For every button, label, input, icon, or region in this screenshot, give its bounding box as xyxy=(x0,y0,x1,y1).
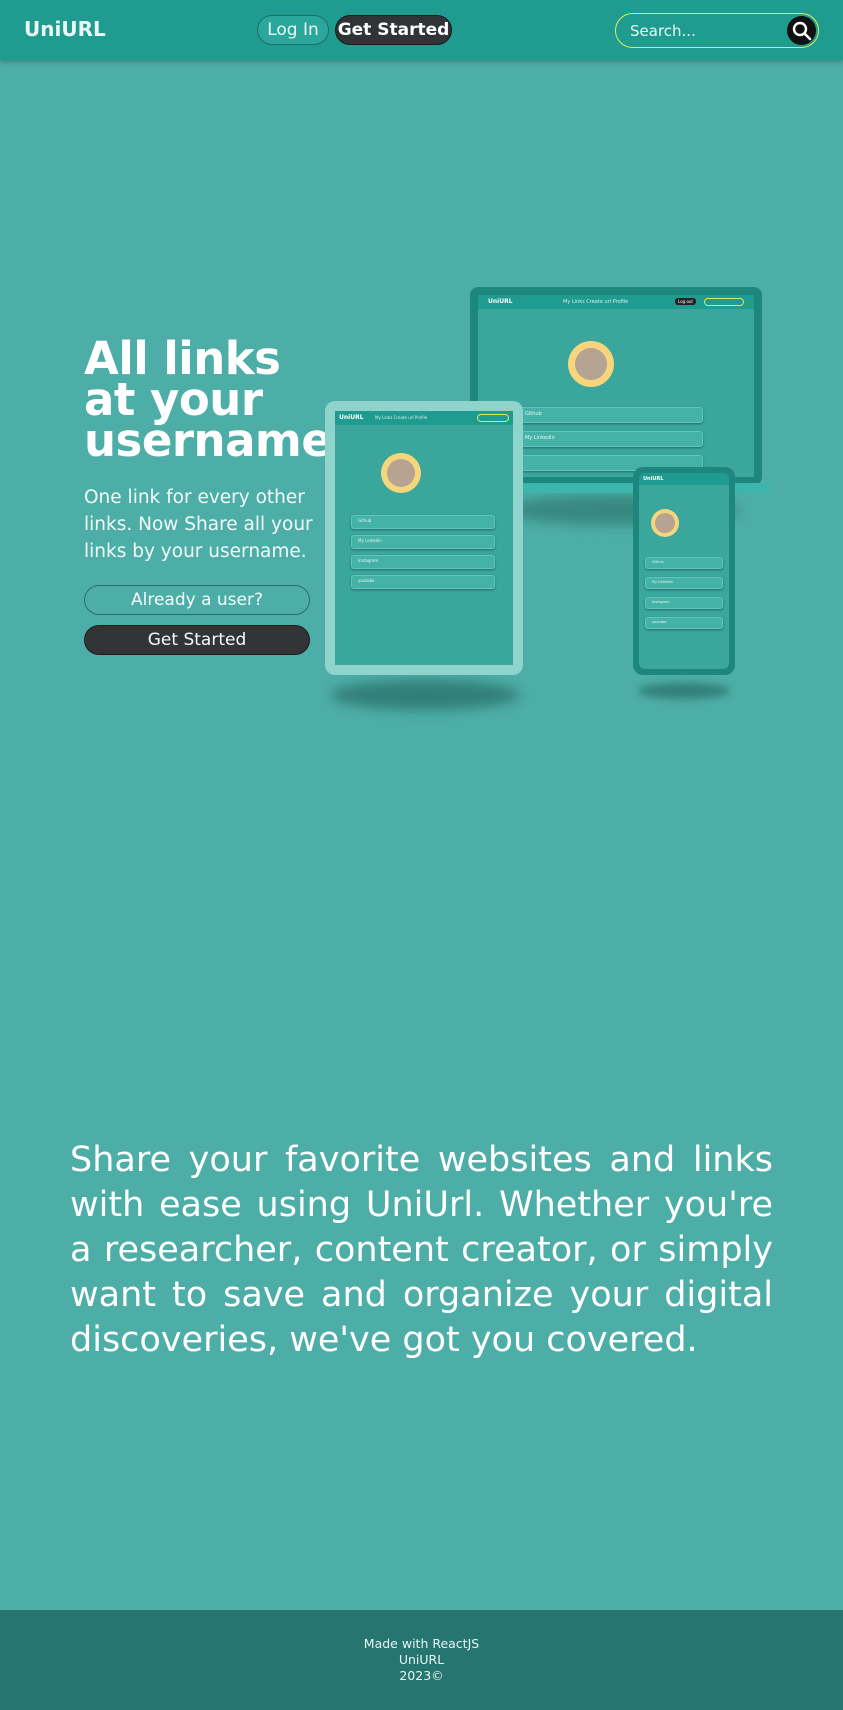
avatar-photo xyxy=(575,348,607,380)
mockup-link-text: Github xyxy=(525,411,542,417)
navbar: UniURL Log In Get Started xyxy=(0,0,843,60)
mockup-link-bar: Github xyxy=(351,515,495,529)
hero-subtitle: One link for every other links. Now Shar… xyxy=(84,487,313,562)
description-text: Share your favorite websites and links w… xyxy=(70,1140,773,1360)
devices-illustration: UniURL My Links Create url Profile Log o… xyxy=(320,285,775,725)
mockup-link-text: Github xyxy=(358,518,372,523)
search-button[interactable] xyxy=(787,16,816,45)
mockup-nav-links: My Links Create url Profile xyxy=(563,299,629,305)
mockup-link-text: My Linkedin xyxy=(358,538,382,543)
mockup-link-text: Instagram xyxy=(652,600,670,604)
hero-title: All links at your username. xyxy=(84,336,348,467)
search-icon xyxy=(792,21,811,40)
avatar xyxy=(651,509,679,537)
mockup-brand: UniURL xyxy=(339,414,364,421)
tablet-mockup: UniURL My Links Create url Profile Githu… xyxy=(325,401,523,675)
hero-get-started-button[interactable]: Get Started xyxy=(84,625,310,655)
mockup-link-text: My Linkedin xyxy=(525,435,555,441)
mockup-link-bar: My Linkedin xyxy=(351,535,495,549)
mockup-search xyxy=(704,298,744,306)
mockup-link-text: youtube xyxy=(358,578,375,583)
mockup-link-text: My Linkedin xyxy=(652,580,673,584)
mockup-link-bar: youtube xyxy=(645,617,723,629)
search-input[interactable] xyxy=(630,20,780,42)
mockup-link-bar: Github xyxy=(518,407,703,423)
mockup-link-bar: youtube xyxy=(351,575,495,589)
search-box xyxy=(615,13,819,48)
footer: Made with ReactJS UniURL 2023© xyxy=(0,1610,843,1710)
mockup-logout: Log out xyxy=(675,298,696,305)
footer-year: 2023© xyxy=(399,1668,444,1683)
tablet-shadow xyxy=(330,680,520,710)
mockup-navbar: UniURL xyxy=(639,473,729,485)
mockup-link-text: Github xyxy=(652,560,664,564)
footer-brand: UniURL xyxy=(398,1652,445,1667)
mockup-nav-links: My Links Create url Profile xyxy=(375,415,428,420)
avatar xyxy=(381,453,421,493)
hero-title-line: username. xyxy=(84,414,348,467)
phone-shadow xyxy=(638,683,730,699)
avatar xyxy=(568,341,614,387)
login-button[interactable]: Log In xyxy=(257,15,329,45)
avatar-photo xyxy=(655,513,675,533)
phone-screen: UniURL Github My Linkedin Instagram yout… xyxy=(639,473,729,669)
mockup-brand: UniURL xyxy=(488,298,513,305)
mockup-link-bar: My Linkedin xyxy=(645,577,723,589)
brand-logo[interactable]: UniURL xyxy=(24,17,106,41)
mockup-link-text: youtube xyxy=(652,620,667,624)
footer-made-with: Made with ReactJS xyxy=(363,1636,480,1651)
already-user-button[interactable]: Already a user? xyxy=(84,585,310,615)
footer-content: Made with ReactJS UniURL 2023© xyxy=(0,1636,843,1684)
mockup-search xyxy=(477,414,509,422)
mockup-link-bar: Github xyxy=(645,557,723,569)
avatar-photo xyxy=(387,459,415,487)
tablet-screen: UniURL My Links Create url Profile Githu… xyxy=(335,411,513,665)
mockup-navbar: UniURL My Links Create url Profile Log o… xyxy=(478,295,754,309)
mockup-link-bar: Instagram xyxy=(645,597,723,609)
mockup-link-bar: My Linkedin xyxy=(518,431,703,447)
mockup-link-bar: Instagram xyxy=(351,555,495,569)
mockup-brand: UniURL xyxy=(643,476,664,482)
mockup-navbar: UniURL My Links Create url Profile xyxy=(335,411,513,425)
phone-mockup: UniURL Github My Linkedin Instagram yout… xyxy=(633,467,735,675)
mockup-link-text: Instagram xyxy=(358,558,379,563)
nav-get-started-button[interactable]: Get Started xyxy=(335,15,452,45)
